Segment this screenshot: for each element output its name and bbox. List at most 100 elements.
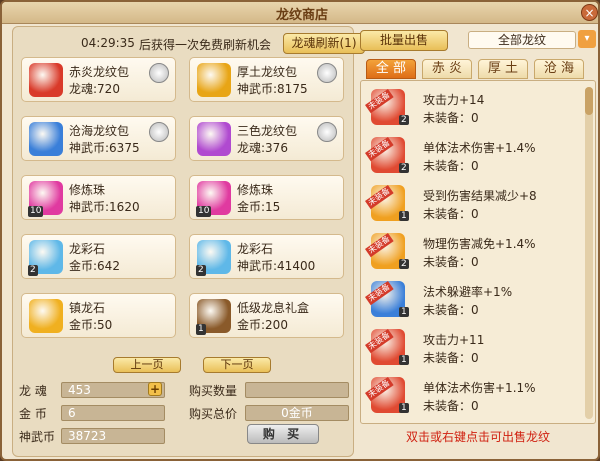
rune-name: 单体法术伤害+1.4% [423,141,536,155]
shop-item-card[interactable]: 沧海龙纹包神武币:6375 [21,116,176,161]
prev-page-button[interactable]: 上一页 [113,357,181,373]
rune-level: 2 [399,115,409,125]
shenwu-label: 神武币 [19,430,56,444]
rune-level: 1 [399,355,409,365]
item-count: 2 [196,265,206,276]
item-name: 镇龙石 [69,301,106,315]
rune-status: 未装备：0 [423,159,479,173]
tab-2[interactable]: 厚 土 [478,59,528,79]
item-price: 神武币:1620 [69,200,140,214]
buy-button[interactable]: 购 买 [247,424,319,444]
rune-level: 1 [399,211,409,221]
rune-name: 受到伤害结果减少+8 [423,189,537,203]
window-title: 龙纹商店 [275,8,328,23]
shop-item-card[interactable]: 1 低级龙息礼盒 金币:200 [189,293,344,338]
rune-row[interactable]: 未装备 1 攻击力+11 未装备：0 [365,325,579,369]
item-name: 龙彩石 [69,242,106,256]
rune-row[interactable]: 未装备 1 受到伤害结果减少+8 未装备：0 [365,181,579,225]
refresh-button[interactable]: 龙魂刷新(1) [283,33,365,54]
item-count: 10 [196,206,212,217]
shenwu-value: 38723 [61,428,165,444]
lion-badge-icon [149,63,169,83]
qty-input[interactable] [245,382,349,398]
rune-level: 1 [399,403,409,413]
item-name: 低级龙息礼盒 [237,301,310,315]
gold-value: 6 [61,405,165,421]
shop-item-card[interactable]: 赤炎龙纹包 龙魂:720 [21,57,176,102]
shop-panel: 04:29:35 后获得一次免费刷新机会 龙魂刷新(1) 赤炎龙纹包 龙魂:720… [12,26,365,457]
shop-item-card[interactable]: 厚土龙纹包 神武币:8175 [189,57,344,102]
refresh-timer-row: 04:29:35 后获得一次免费刷新机会 龙魂刷新(1) [21,33,365,54]
gold-label: 金 币 [19,407,47,421]
total-label: 购买总价 [189,407,238,421]
item-name: 龙彩石 [237,242,274,256]
shop-item-card[interactable]: 2 龙彩石金币:642 [21,234,176,279]
close-icon[interactable]: × [581,4,598,21]
item-name: 修炼珠 [69,183,106,197]
blue-pouch-icon [29,122,63,156]
filter-select[interactable]: 全部龙纹 [468,31,576,49]
rune-row[interactable]: 未装备 2 单体法术伤害+1.4% 未装备：0 [365,133,579,177]
shop-item-card[interactable]: 三色龙纹包龙魂:376 [189,116,344,161]
tab-1[interactable]: 赤 炎 [422,59,472,79]
lion-badge-icon [317,63,337,83]
rune-level: 2 [399,163,409,173]
refresh-timer-note: 后获得一次免费刷新机会 [139,38,272,52]
sell-panel: 批量出售 全部龙纹 ▾ 全 部赤 炎厚 土沧 海 未装备 2 攻击力+14 未装备：0… [360,26,596,457]
rune-list: 未装备 2 攻击力+14 未装备：0 未装备 2 单体法术伤害+1.4% 未装备：0 未装备 1 受… [360,80,596,424]
item-name: 沧海龙纹包 [69,124,130,138]
rune-status: 未装备：0 [423,111,479,125]
item-price: 神武币:41400 [237,259,316,273]
rune-name: 物理伤害减免+1.4% [423,237,536,251]
item-count: 1 [196,324,206,335]
item-price: 龙魂:720 [69,82,120,96]
rune-status: 未装备：0 [423,255,479,269]
scrollbar[interactable] [585,87,593,419]
longhun-label: 龙 魂 [19,384,47,398]
rune-status: 未装备：0 [423,207,479,221]
shop-item-card[interactable]: 镇龙石金币:50 [21,293,176,338]
rune-name: 单体法术伤害+1.1% [423,381,536,395]
tab-0[interactable]: 全 部 [366,59,416,79]
lion-badge-icon [317,122,337,142]
rune-row[interactable]: 未装备 1 单体法术伤害+1.1% 未装备：0 [365,373,579,417]
shop-item-card[interactable]: 2 龙彩石神武币:41400 [189,234,344,279]
title-bar: 龙纹商店 × [2,2,598,24]
rune-row[interactable]: 未装备 2 攻击力+14 未装备：0 [365,85,579,129]
item-price: 金币:642 [69,259,120,273]
item-name: 厚土龙纹包 [237,65,298,79]
item-count: 10 [28,206,44,217]
add-longhun-icon[interactable]: + [148,382,162,396]
scrollbar-thumb[interactable] [585,87,593,115]
rune-level: 2 [399,259,409,269]
tab-3[interactable]: 沧 海 [534,59,584,79]
item-price: 金币:200 [237,318,288,332]
item-name: 三色龙纹包 [237,124,298,138]
rune-status: 未装备：0 [423,399,479,413]
shop-item-card[interactable]: 10 修炼珠神武币:1620 [21,175,176,220]
rune-name: 法术躲避率+1% [423,285,513,299]
rune-level: 1 [399,307,409,317]
item-price: 金币:15 [237,200,281,214]
rune-row[interactable]: 未装备 2 物理伤害减免+1.4% 未装备：0 [365,229,579,273]
rune-status: 未装备：0 [423,351,479,365]
red-pouch-icon [29,63,63,97]
shop-item-card[interactable]: 10 修炼珠 金币:15 [189,175,344,220]
rune-name: 攻击力+14 [423,93,485,107]
total-value: 0金币 [245,405,349,421]
refresh-timer: 04:29:35 [81,36,135,50]
shop-window: 龙纹商店 × 04:29:35 后获得一次免费刷新机会 龙魂刷新(1) 赤炎龙纹… [0,0,600,461]
bulk-sell-button[interactable]: 批量出售 [360,30,448,51]
chevron-down-icon[interactable]: ▾ [578,30,596,48]
qty-label: 购买数量 [189,384,238,398]
gold-stone-icon [29,299,63,333]
item-price: 神武币:6375 [69,141,140,155]
sell-hint: 双击或右键点击可出售龙纹 [405,430,550,444]
rune-status: 未装备：0 [423,303,479,317]
item-price: 金币:50 [69,318,113,332]
rune-name: 攻击力+11 [423,333,485,347]
item-count: 2 [28,265,38,276]
rune-row[interactable]: 未装备 1 法术躲避率+1% 未装备：0 [365,277,579,321]
item-price: 龙魂:376 [237,141,288,155]
next-page-button[interactable]: 下一页 [203,357,271,373]
